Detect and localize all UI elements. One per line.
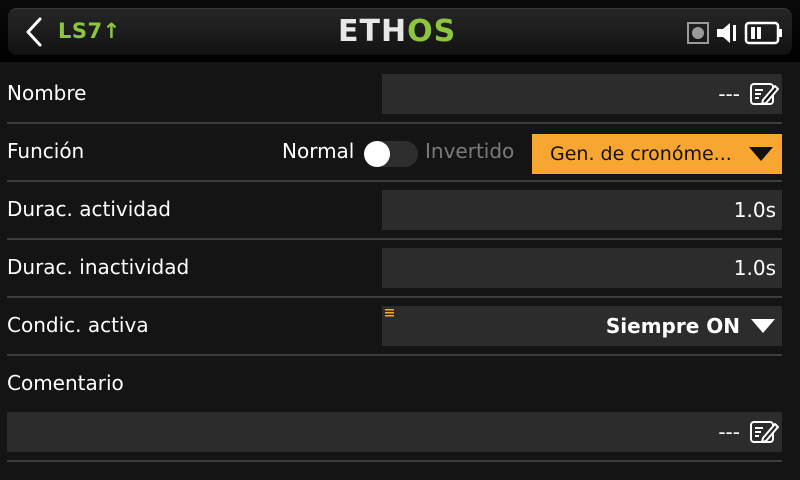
active-condition-value: Siempre ON <box>605 314 740 338</box>
active-condition-dropdown[interactable]: Siempre ON <box>382 306 782 346</box>
active-condition-row: Condic. activa Siempre ON <box>0 298 800 356</box>
page-title: LS7↑ <box>58 19 121 43</box>
edit-icon[interactable] <box>749 81 779 107</box>
function-label: Función <box>7 139 85 163</box>
chevron-down-icon <box>749 147 773 161</box>
chevron-down-icon <box>751 319 775 333</box>
active-condition-label: Condic. activa <box>7 313 149 337</box>
comment-label: Comentario <box>7 371 124 395</box>
divider <box>7 460 782 462</box>
inactive-duration-field[interactable]: 1.0s <box>382 248 782 288</box>
status-icons <box>686 20 784 46</box>
edit-icon[interactable] <box>749 419 779 445</box>
function-row: Función Normal Invertido Gen. de cronóme… <box>0 124 800 182</box>
back-button[interactable] <box>18 15 52 49</box>
divider <box>7 354 782 356</box>
name-label: Nombre <box>7 81 87 105</box>
active-duration-label: Durac. actividad <box>7 197 171 221</box>
mode-normal-label: Normal <box>282 139 355 163</box>
back-icon <box>26 17 42 47</box>
active-duration-row: Durac. actividad 1.0s <box>0 182 800 240</box>
header: LS7↑ ETHOS <box>0 0 800 62</box>
header-bar: LS7↑ ETHOS <box>8 8 792 55</box>
ethos-logo: ETHOS <box>338 14 457 49</box>
mode-inverted-label: Invertido <box>425 139 515 163</box>
sd-card-icon <box>686 21 710 49</box>
inactive-duration-row: Durac. inactividad 1.0s <box>0 240 800 298</box>
name-row: Nombre --- <box>0 66 800 124</box>
speaker-icon[interactable] <box>715 20 739 50</box>
inactive-duration-value: 1.0s <box>733 256 776 280</box>
invert-toggle[interactable] <box>364 141 418 167</box>
active-duration-value: 1.0s <box>733 198 776 222</box>
battery-icon <box>744 20 784 50</box>
function-value: Gen. de cronóme... <box>550 143 732 165</box>
menu-icon <box>385 309 394 317</box>
inactive-duration-label: Durac. inactividad <box>7 255 190 279</box>
comment-value: --- <box>718 420 740 444</box>
active-duration-field[interactable]: 1.0s <box>382 190 782 230</box>
name-field[interactable]: --- <box>382 74 782 114</box>
toggle-knob <box>364 141 390 167</box>
comment-field[interactable]: --- <box>7 412 782 452</box>
arrow-up-icon: ↑ <box>102 19 121 43</box>
name-value: --- <box>718 82 740 106</box>
function-dropdown[interactable]: Gen. de cronóme... <box>532 134 782 174</box>
